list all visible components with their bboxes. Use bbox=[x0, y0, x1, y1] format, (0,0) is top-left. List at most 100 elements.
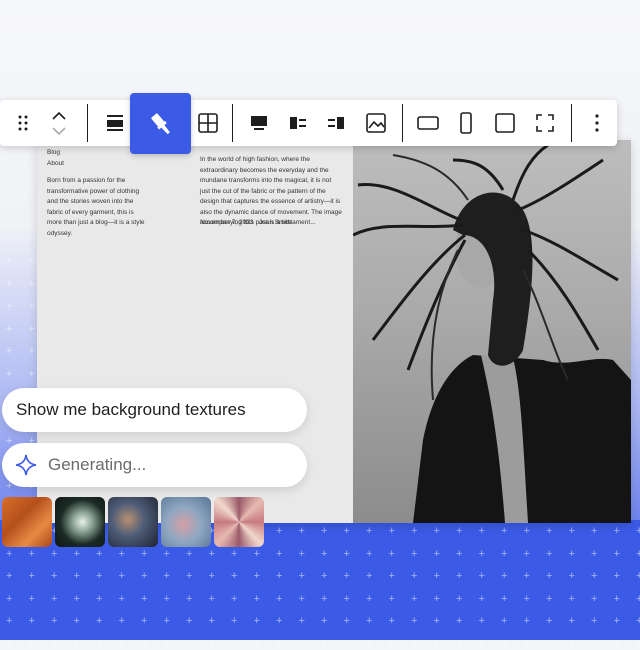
plus-mark: + bbox=[411, 525, 418, 537]
plus-mark: + bbox=[636, 525, 640, 537]
texture-thumbnail-green[interactable] bbox=[55, 497, 105, 547]
plus-mark: + bbox=[591, 592, 598, 605]
paint-brush-button[interactable] bbox=[130, 93, 191, 154]
plus-mark: + bbox=[366, 525, 373, 537]
media-left-button[interactable] bbox=[283, 100, 313, 146]
align-wide-button[interactable] bbox=[100, 100, 130, 146]
plus-mark: + bbox=[208, 637, 215, 650]
nav-about-link[interactable]: About bbox=[47, 159, 157, 170]
plus-mark: + bbox=[186, 547, 193, 560]
texture-thumbnail-pink[interactable] bbox=[214, 497, 264, 547]
plus-mark: + bbox=[636, 570, 640, 582]
plus-mark: + bbox=[186, 637, 193, 650]
plus-mark: + bbox=[456, 592, 463, 605]
aspect-portrait-button[interactable] bbox=[451, 100, 481, 146]
plus-mark: + bbox=[6, 300, 13, 312]
plus-mark: + bbox=[141, 615, 148, 627]
plus-mark: + bbox=[321, 547, 328, 560]
plus-mark: + bbox=[231, 570, 238, 582]
plus-mark: + bbox=[321, 637, 328, 650]
plus-mark: + bbox=[186, 592, 193, 605]
plus-mark: + bbox=[388, 547, 395, 560]
plus-mark: + bbox=[141, 547, 148, 560]
media-top-button[interactable] bbox=[244, 100, 274, 146]
toolbar-divider bbox=[232, 104, 233, 142]
plus-mark: + bbox=[231, 547, 238, 560]
plus-mark: + bbox=[636, 592, 640, 605]
plus-mark: + bbox=[28, 322, 35, 335]
plus-mark: + bbox=[456, 547, 463, 560]
plus-mark: + bbox=[523, 547, 530, 560]
plus-mark: + bbox=[636, 547, 640, 560]
post-author[interactable]: Joan Smith bbox=[259, 219, 292, 226]
plus-mark: + bbox=[163, 570, 170, 582]
plus-mark: + bbox=[456, 525, 463, 537]
plus-mark: + bbox=[51, 615, 58, 627]
texture-thumbnail-dark[interactable] bbox=[108, 497, 158, 547]
plus-mark: + bbox=[613, 547, 620, 560]
plus-mark: + bbox=[51, 547, 58, 560]
plus-mark: + bbox=[591, 547, 598, 560]
generating-bubble: Generating... bbox=[2, 443, 307, 487]
plus-mark: + bbox=[28, 592, 35, 605]
plus-mark: + bbox=[591, 525, 598, 537]
media-right-button[interactable] bbox=[321, 100, 351, 146]
plus-mark: + bbox=[51, 570, 58, 582]
plus-mark: + bbox=[433, 592, 440, 605]
aspect-square-button[interactable] bbox=[490, 100, 520, 146]
plus-mark: + bbox=[546, 570, 553, 582]
texture-thumbnail-orange[interactable] bbox=[2, 497, 52, 547]
plus-mark: + bbox=[276, 525, 283, 537]
plus-mark: + bbox=[28, 547, 35, 560]
plus-mark: + bbox=[28, 637, 35, 650]
aspect-landscape-button[interactable] bbox=[413, 100, 443, 146]
plus-mark: + bbox=[501, 547, 508, 560]
plus-mark: + bbox=[6, 255, 13, 267]
plus-mark: + bbox=[73, 547, 80, 560]
plus-mark: + bbox=[276, 637, 283, 650]
portrait-photo[interactable] bbox=[352, 140, 631, 523]
chevron-up-down-icon bbox=[52, 111, 66, 136]
post-date: November 7, 2023 bbox=[200, 219, 254, 226]
plus-mark: + bbox=[141, 570, 148, 582]
plus-mark: + bbox=[163, 547, 170, 560]
plus-mark: + bbox=[118, 547, 125, 560]
plus-mark: + bbox=[343, 637, 350, 650]
plus-mark: + bbox=[6, 345, 13, 357]
plus-mark: + bbox=[411, 615, 418, 627]
drag-handle-button[interactable] bbox=[8, 100, 38, 146]
grid-button[interactable] bbox=[193, 100, 223, 146]
texture-thumbnail-blue[interactable] bbox=[161, 497, 211, 547]
plus-mark: + bbox=[591, 570, 598, 582]
plus-mark: + bbox=[321, 615, 328, 627]
image-icon bbox=[366, 113, 386, 133]
fullscreen-button[interactable] bbox=[530, 100, 560, 146]
image-button[interactable] bbox=[361, 100, 391, 146]
plus-mark: + bbox=[456, 570, 463, 582]
plus-mark: + bbox=[613, 592, 620, 605]
plus-mark: + bbox=[366, 615, 373, 627]
plus-mark: + bbox=[523, 637, 530, 650]
plus-mark: + bbox=[73, 615, 80, 627]
move-up-down-button[interactable] bbox=[44, 100, 74, 146]
plus-mark: + bbox=[388, 592, 395, 605]
plus-mark: + bbox=[28, 300, 35, 312]
plus-mark: + bbox=[478, 525, 485, 537]
plus-mark: + bbox=[276, 547, 283, 560]
plus-mark: + bbox=[298, 525, 305, 537]
plus-mark: + bbox=[321, 525, 328, 537]
plus-mark: + bbox=[478, 637, 485, 650]
more-options-button[interactable] bbox=[582, 100, 612, 146]
plus-mark: + bbox=[208, 547, 215, 560]
blog-intro: Born from a passion for the transformati… bbox=[47, 177, 145, 237]
plus-mark: + bbox=[366, 570, 373, 582]
plus-mark: + bbox=[613, 570, 620, 582]
plus-mark: + bbox=[276, 592, 283, 605]
plus-mark: + bbox=[546, 547, 553, 560]
portrait-icon bbox=[460, 112, 472, 134]
plus-mark: + bbox=[96, 547, 103, 560]
plus-mark: + bbox=[96, 570, 103, 582]
plus-mark: + bbox=[591, 615, 598, 627]
plus-mark: + bbox=[298, 570, 305, 582]
plus-mark: + bbox=[411, 637, 418, 650]
